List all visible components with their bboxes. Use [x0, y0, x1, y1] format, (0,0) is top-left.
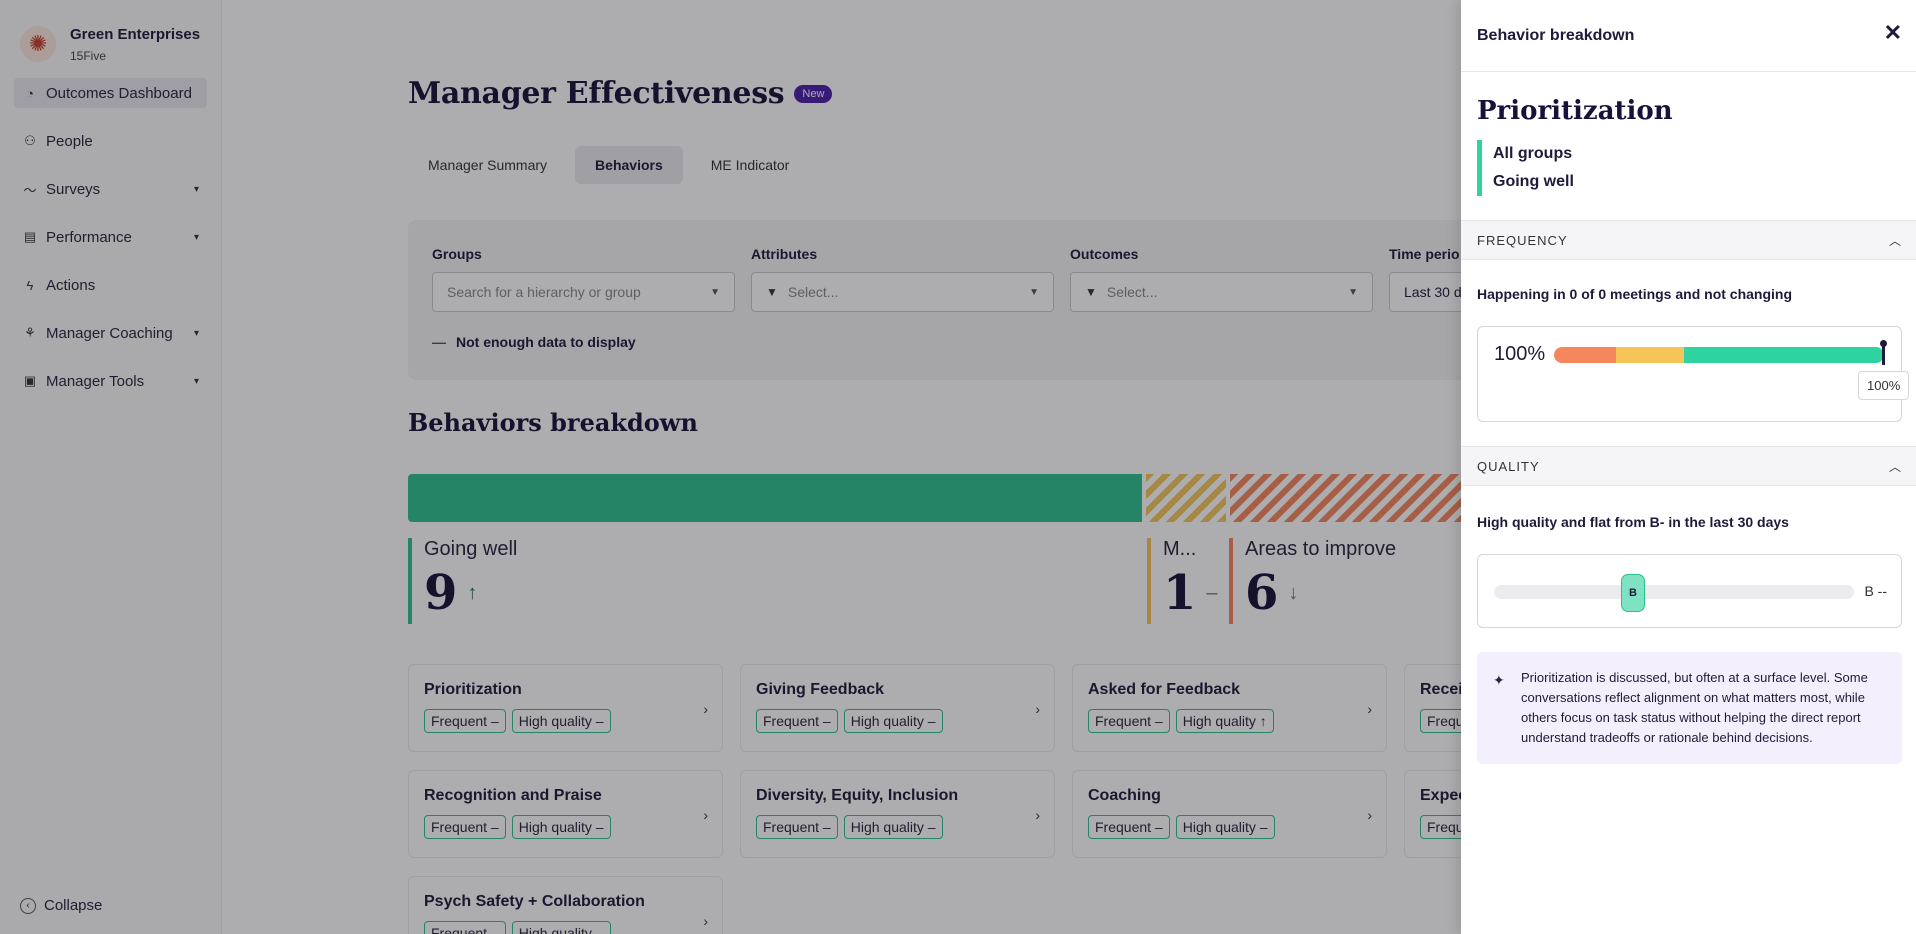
app-root: ✺ Green Enterprises 15Five ◔ Outcomes Da…: [0, 0, 1916, 934]
panel-header: Behavior breakdown ✕: [1461, 0, 1916, 72]
frequency-description: Happening in 0 of 0 meetings and not cha…: [1477, 286, 1793, 302]
frequency-low-band: [1554, 347, 1616, 363]
panel-group: All groups: [1493, 145, 1573, 162]
chevron-up-icon: ︿: [1888, 459, 1902, 474]
quality-description: High quality and flat from B- in the las…: [1477, 514, 1789, 530]
panel-behavior-title: Prioritization: [1477, 96, 1673, 126]
quality-section-header[interactable]: QUALITY ︿: [1461, 446, 1916, 486]
frequency-chart: 100% 100%: [1477, 326, 1910, 422]
panel-status: Going well: [1493, 173, 1574, 190]
frequency-mid-band: [1616, 347, 1684, 363]
behavior-breakdown-panel: Behavior breakdown ✕ Prioritization All …: [1461, 0, 1916, 934]
modal-backdrop[interactable]: [0, 0, 1461, 934]
chevron-up-icon: ︿: [1888, 233, 1902, 248]
quality-section-label: QUALITY: [1477, 458, 1540, 474]
frequency-percent: 100%: [1494, 343, 1546, 365]
ai-insight-box: ✦ Prioritization is discussed, but often…: [1477, 652, 1902, 764]
frequency-section-header[interactable]: FREQUENCY ︿: [1461, 220, 1916, 260]
quality-grade-knob[interactable]: B: [1621, 574, 1645, 612]
frequency-section-label: FREQUENCY: [1477, 232, 1568, 248]
quality-track: B: [1494, 574, 1854, 612]
frequency-track: [1554, 347, 1884, 363]
frequency-marker[interactable]: [1880, 340, 1887, 365]
quality-grade-label: B --: [1864, 583, 1887, 599]
quality-chart: B B --: [1477, 554, 1902, 628]
panel-header-title: Behavior breakdown: [1477, 26, 1635, 44]
close-icon[interactable]: ✕: [1884, 20, 1902, 46]
frequency-tooltip: 100%: [1858, 371, 1910, 400]
insight-text: Prioritization is discussed, but often a…: [1521, 670, 1868, 745]
frequency-high-band: [1684, 347, 1884, 363]
panel-group-status: All groups Going well: [1477, 140, 1916, 196]
sparkle-icon: ✦: [1493, 672, 1505, 688]
